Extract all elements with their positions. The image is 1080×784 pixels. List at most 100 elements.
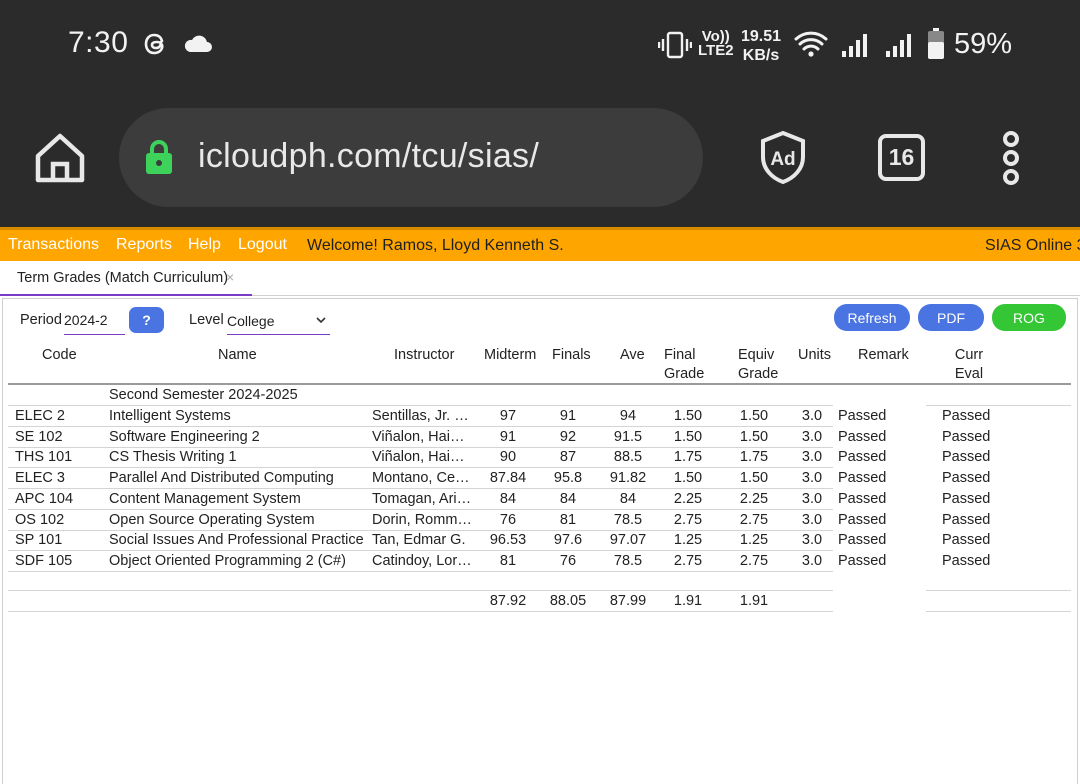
row-divider	[8, 611, 833, 612]
header-final-grade-line2: Grade	[664, 366, 705, 382]
speed-value: 19.51	[741, 28, 782, 45]
cell-remark: Passed	[838, 532, 887, 548]
cell-curr-eval: Passed	[942, 532, 991, 548]
adblock-shield-icon[interactable]: Ad	[759, 130, 807, 184]
cell-remark: Passed	[838, 449, 887, 465]
cell-midterm: 96.53	[489, 532, 527, 548]
cell-finals: 84	[559, 491, 577, 507]
total-midterm: 87.92	[489, 593, 527, 609]
period-input[interactable]: 2024-2	[64, 311, 125, 335]
cell-ave: 94	[619, 408, 637, 424]
cell-name: CS Thesis Writing 1	[109, 449, 237, 465]
home-icon[interactable]	[32, 130, 88, 186]
cell-finals: 95.8	[553, 470, 583, 486]
menu-reports[interactable]: Reports	[116, 236, 172, 254]
menu-help[interactable]: Help	[188, 236, 221, 254]
battery-percent: 59%	[954, 28, 1013, 60]
cell-ave: 78.5	[613, 512, 643, 528]
cell-remark: Passed	[838, 553, 887, 569]
cell-instructor: Sentillas, Jr. M...	[372, 408, 472, 424]
level-select[interactable]: College	[227, 311, 330, 335]
menu-transactions[interactable]: Transactions	[8, 236, 99, 254]
cell-ave: 91.5	[613, 429, 643, 445]
tab-term-grades[interactable]: Term Grades (Match Curriculum) ×	[0, 261, 252, 296]
cell-code: ELEC 2	[15, 408, 65, 424]
pdf-button[interactable]: PDF	[918, 304, 984, 331]
cell-curr-eval: Passed	[942, 449, 991, 465]
address-bar[interactable]: icloudph.com/tcu/sias/	[119, 108, 703, 207]
header-final-grade-line1: Final	[664, 347, 696, 363]
cell-equiv-grade: 2.25	[739, 491, 769, 507]
adblock-label: Ad	[770, 149, 795, 170]
cell-units: 3.0	[801, 470, 823, 486]
cell-units: 3.0	[801, 449, 823, 465]
header-remark[interactable]: Remark	[858, 346, 909, 365]
header-name[interactable]: Name	[218, 346, 257, 365]
refresh-button[interactable]: Refresh	[834, 304, 910, 331]
header-units[interactable]: Units	[798, 346, 831, 365]
header-final-grade[interactable]: Final Grade	[664, 346, 704, 384]
cell-instructor: Montano, Celi...	[372, 470, 472, 486]
rog-button[interactable]: ROG	[992, 304, 1066, 331]
cell-finals: 87	[559, 449, 577, 465]
cell-name: Social Issues And Professional Practice	[109, 532, 364, 548]
wifi-icon	[794, 31, 828, 57]
cell-name: Open Source Operating System	[109, 512, 315, 528]
header-finals[interactable]: Finals	[552, 346, 591, 365]
header-curr-eval-line2: Eval	[954, 366, 984, 382]
cell-units: 3.0	[801, 553, 823, 569]
cell-ave: 91.82	[609, 470, 647, 486]
cell-units: 3.0	[801, 532, 823, 548]
cell-midterm: 76	[499, 512, 517, 528]
cell-final-grade: 1.25	[673, 532, 703, 548]
cell-instructor: Viñalon, Haide...	[372, 429, 472, 445]
header-equiv-grade[interactable]: Equiv Grade	[738, 346, 778, 384]
cell-finals: 81	[559, 512, 577, 528]
status-time: 7:30	[68, 26, 129, 59]
cell-remark: Passed	[838, 408, 887, 424]
volte-line2: LTE2	[698, 42, 734, 59]
header-instructor[interactable]: Instructor	[394, 346, 454, 365]
cell-code: SE 102	[15, 429, 63, 445]
url-text[interactable]: icloudph.com/tcu/sias/	[198, 137, 539, 176]
cell-name: Software Engineering 2	[109, 429, 260, 445]
row-divider	[926, 611, 1071, 612]
cell-name: Parallel And Distributed Computing	[109, 470, 334, 486]
header-equiv-grade-line1: Equiv	[738, 347, 775, 363]
cell-instructor: Catindoy, Lore...	[372, 553, 472, 569]
cell-finals: 92	[559, 429, 577, 445]
row-divider	[8, 590, 833, 591]
speed-unit: KB/s	[742, 47, 780, 64]
table-row-divider	[8, 426, 833, 427]
cell-curr-eval: Passed	[942, 491, 991, 507]
cell-instructor: Tomagan, Arie...	[372, 491, 472, 507]
level-select-value: College	[227, 313, 275, 329]
cell-code: OS 102	[15, 512, 65, 528]
menu-logout[interactable]: Logout	[238, 236, 287, 254]
cell-ave: 78.5	[613, 553, 643, 569]
cell-ave: 88.5	[613, 449, 643, 465]
cloud-icon	[184, 35, 212, 52]
table-row-divider	[8, 467, 833, 468]
close-icon[interactable]: ×	[226, 269, 234, 285]
cell-final-grade: 2.25	[673, 491, 703, 507]
header-curr-eval[interactable]: Curr Eval	[948, 346, 990, 384]
level-label: Level	[189, 312, 224, 328]
cell-code: THS 101	[15, 449, 73, 465]
table-row-divider	[8, 509, 833, 510]
overflow-menu-icon[interactable]	[998, 130, 1024, 186]
cell-remark: Passed	[838, 470, 887, 486]
cell-equiv-grade: 1.75	[739, 449, 769, 465]
tab-count-button[interactable]: 16	[878, 134, 925, 181]
system-name: SIAS Online 3	[985, 237, 1080, 254]
help-button[interactable]: ?	[129, 307, 164, 333]
battery-icon	[928, 28, 944, 59]
table-row-divider	[8, 530, 833, 531]
header-ave[interactable]: Ave	[620, 346, 645, 365]
cell-units: 3.0	[801, 429, 823, 445]
cell-code: APC 104	[15, 491, 74, 507]
header-midterm[interactable]: Midterm	[484, 346, 536, 365]
cell-equiv-grade: 2.75	[739, 512, 769, 528]
header-code[interactable]: Code	[42, 346, 77, 365]
row-divider	[8, 405, 833, 406]
